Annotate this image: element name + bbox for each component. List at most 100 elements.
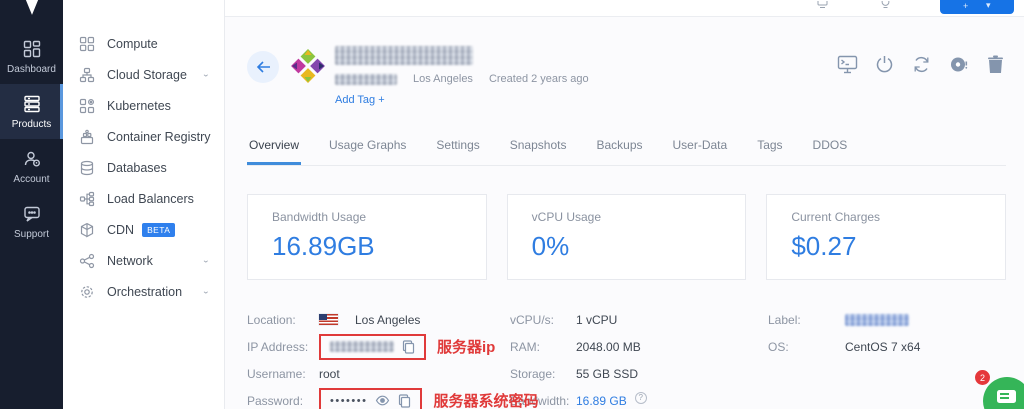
sidebar-item-account[interactable]: Account [0,139,63,194]
sidebar-item-label: Dashboard [7,64,56,75]
ip-annotation-box [319,334,426,360]
help-icon[interactable]: ? [635,392,647,404]
power-icon[interactable] [873,53,895,75]
add-tag-link[interactable]: Add Tag + [335,94,385,106]
server-title-block: Los Angeles Created 2 years ago Add Tag … [335,43,589,108]
app-window: Dashboard Products Account Support [0,0,1024,409]
orchestration-icon [78,283,95,300]
back-button[interactable] [247,51,279,83]
tab-usage-graphs[interactable]: Usage Graphs [327,132,408,165]
sidebar-item-label: Account [13,174,49,185]
kubernetes-icon [78,97,95,114]
password-annotation-text: 服务器系统密码 [433,390,538,409]
username-label: Username: [247,367,319,381]
submenu-item-container-registry[interactable]: Container Registry [63,121,224,152]
sidebar-item-products[interactable]: Products [0,84,63,139]
chevron-down-icon: ⌄ [202,70,210,79]
tab-bar: Overview Usage Graphs Settings Snapshots… [247,132,1006,166]
submenu-item-databases[interactable]: Databases [63,152,224,183]
server-header: Los Angeles Created 2 years ago Add Tag … [247,43,1006,108]
eye-icon[interactable] [375,395,390,406]
tab-overview[interactable]: Overview [247,132,301,165]
cloud-storage-icon [78,66,95,83]
card-value: $0.27 [791,231,981,262]
sidebar-item-support[interactable]: Support [0,194,63,249]
submenu-item-cloud-storage[interactable]: Cloud Storage ⌄ [63,59,224,90]
server-details: Location: Los Angeles IP Address: 服务器ip … [247,306,1006,409]
copy-icon[interactable] [402,340,415,354]
iso-icon[interactable] [947,53,969,75]
details-column-specs: vCPU/s: 1 vCPU RAM: 2048.00 MB Storage: … [510,306,768,409]
server-name-redacted [335,46,473,65]
submenu-item-network[interactable]: Network ⌄ [63,245,224,276]
deploy-button[interactable]: +▾ [940,0,1014,14]
submenu-item-label: Orchestration [107,285,182,299]
submenu-item-label: Cloud Storage [107,68,187,82]
chat-icon [997,390,1016,403]
ip-address-label: IP Address: [247,340,319,354]
card-value: 16.89GB [272,231,462,262]
cdn-icon [78,221,95,238]
submenu-item-kubernetes[interactable]: Kubernetes [63,90,224,121]
chevron-down-icon: ⌄ [202,256,210,265]
arrow-left-icon [256,61,271,73]
ram-value: 2048.00 MB [576,340,641,354]
location-value: Los Angeles [355,313,420,327]
tab-snapshots[interactable]: Snapshots [508,132,569,165]
submenu-item-load-balancers[interactable]: Load Balancers [63,183,224,214]
card-title: vCPU Usage [532,210,722,224]
main-content: +▾ [225,0,1024,409]
ram-label: RAM: [510,340,576,354]
label-value-redacted [845,314,909,326]
submenu-item-label: Load Balancers [107,192,194,206]
sidebar-item-label: Products [12,119,51,130]
dashboard-icon [22,39,42,59]
password-annotation-box: ••••••• [319,388,422,409]
card-value: 0% [532,231,722,262]
products-icon [22,94,42,114]
ip-address-redacted [330,341,394,352]
username-value: root [319,367,340,381]
tab-user-data[interactable]: User-Data [671,132,730,165]
products-submenu: Compute Cloud Storage ⌄ Kubernetes Conta… [63,0,225,409]
server-location: Los Angeles [413,73,473,85]
account-icon [22,149,42,169]
tab-backups[interactable]: Backups [594,132,644,165]
server-overview-page: Los Angeles Created 2 years ago Add Tag … [225,43,1024,409]
copy-icon[interactable] [398,394,411,408]
container-registry-icon [78,128,95,145]
tab-ddos[interactable]: DDOS [811,132,850,165]
vultr-logo[interactable] [0,0,63,23]
submenu-item-compute[interactable]: Compute [63,28,224,59]
os-label: OS: [768,340,845,354]
storage-label: Storage: [510,367,576,381]
tab-tags[interactable]: Tags [755,132,784,165]
sidebar-item-dashboard[interactable]: Dashboard [0,29,63,84]
submenu-item-cdn[interactable]: CDN BETA [63,214,224,245]
card-title: Bandwidth Usage [272,210,462,224]
databases-icon [78,159,95,176]
chat-unread-badge: 2 [975,370,990,385]
password-label: Password: [247,394,319,408]
submenu-item-label: Compute [107,37,158,51]
sidebar-item-label: Support [14,229,49,240]
vcpu-label: vCPU/s: [510,313,576,327]
load-balancers-icon [78,190,95,207]
label-label: Label: [768,313,845,327]
top-header-bar: +▾ [225,0,1024,17]
chevron-down-icon: ⌄ [202,287,210,296]
reinstall-icon[interactable] [910,53,932,75]
notifications-icon[interactable] [881,1,890,9]
current-charges-card: Current Charges $0.27 [766,194,1006,280]
tab-settings[interactable]: Settings [434,132,481,165]
bandwidth-value: 16.89 GB? [576,394,647,408]
destroy-icon[interactable] [984,53,1006,75]
location-label: Location: [247,313,319,327]
submenu-item-orchestration[interactable]: Orchestration ⌄ [63,276,224,307]
server-created: Created 2 years ago [489,73,589,85]
primary-sidebar: Dashboard Products Account Support [0,0,63,409]
console-icon[interactable] [836,53,858,75]
servers-icon[interactable] [817,1,828,10]
card-title: Current Charges [791,210,981,224]
support-icon [22,204,42,224]
